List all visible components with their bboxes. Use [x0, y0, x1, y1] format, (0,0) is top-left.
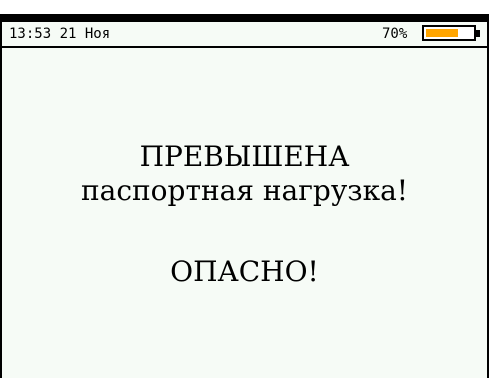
device-screen: 13:53 21 Ноя 70% ПРЕВЫШЕНА паспортная на… [2, 22, 487, 378]
battery-percent: 70% [382, 26, 408, 42]
time-date: 13:53 21 Ноя [9, 26, 110, 42]
warning-line-exceeded: ПРЕВЫШЕНА [139, 140, 350, 173]
battery-tip-icon [476, 30, 480, 37]
warning-line-load: паспортная нагрузка! [80, 174, 409, 207]
device-frame: 13:53 21 Ноя 70% ПРЕВЫШЕНА паспортная на… [0, 14, 489, 378]
clock-time: 13:53 [9, 26, 52, 42]
status-bar: 13:53 21 Ноя 70% [2, 22, 487, 48]
warning-line-danger: ОПАСНО! [170, 255, 319, 288]
battery-fill [426, 29, 458, 37]
clock-date: 21 Ноя [59, 26, 111, 42]
battery-icon [422, 25, 476, 41]
